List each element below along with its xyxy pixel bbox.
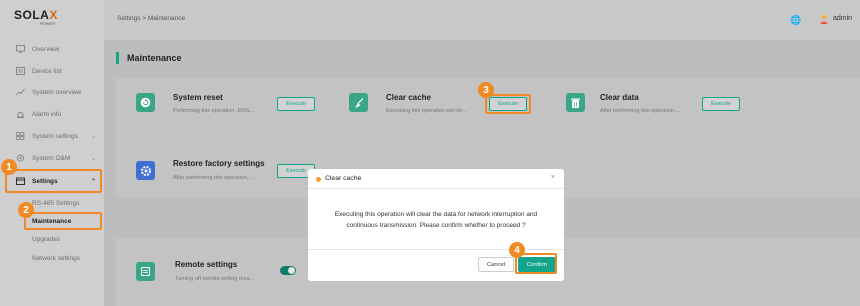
grid-icon xyxy=(16,132,25,140)
chevron-down-icon: ⌄ xyxy=(90,155,96,162)
step-2-badge: 2 xyxy=(18,202,34,218)
chart-icon xyxy=(16,88,25,96)
remote-icon xyxy=(136,262,155,281)
sidebar-item-overview[interactable]: Overview xyxy=(0,41,104,57)
top-bar: Settings > Maintenance 🌐 admin xyxy=(104,0,860,40)
reset-icon xyxy=(136,93,155,112)
title-accent-bar xyxy=(116,52,119,64)
sidebar: SOLAX POWER Overview Device list System … xyxy=(0,0,104,306)
remote-settings-toggle[interactable] xyxy=(280,266,296,275)
card-title-clear-cache: Clear cache xyxy=(386,93,431,102)
globe-icon[interactable]: 🌐 xyxy=(790,15,801,26)
step-3-badge: 3 xyxy=(478,82,494,98)
dialog-title: Clear cache xyxy=(325,175,362,182)
highlight-settings xyxy=(5,169,102,193)
card-desc-clear-data: After performing this operation,... xyxy=(600,108,681,114)
sidebar-item-system-settings[interactable]: System settings ⌄ xyxy=(0,128,104,144)
step-4-badge: 4 xyxy=(509,242,525,258)
sidebar-subitem-rs485[interactable]: RS-485 Settings xyxy=(0,196,104,210)
sidebar-item-alarm-info[interactable]: Alarm info xyxy=(0,106,104,122)
step-1-badge: 1 xyxy=(1,159,17,175)
highlight-maintenance xyxy=(24,212,102,230)
alarm-icon xyxy=(16,110,25,118)
sidebar-item-device-list[interactable]: Device list xyxy=(0,63,104,79)
gear-icon xyxy=(136,161,155,180)
card-title-remote-settings: Remote settings xyxy=(175,260,238,269)
card-desc-restore-factory: After performing this operation,... xyxy=(173,175,254,181)
list-icon xyxy=(16,67,25,75)
card-desc-remote-settings: Turning off remote setting mea... xyxy=(175,276,255,282)
maintenance-icon xyxy=(16,154,25,162)
card-title-system-reset: System reset xyxy=(173,93,223,102)
breadcrumb: Settings > Maintenance xyxy=(117,15,186,22)
sidebar-item-system-overview[interactable]: System overview xyxy=(0,84,104,100)
sidebar-subitem-upgrades[interactable]: Upgrades xyxy=(0,232,104,246)
chevron-down-icon: ⌄ xyxy=(90,133,96,140)
card-desc-system-reset: Performing this operation, EMS... xyxy=(173,108,255,114)
page-title: Maintenance xyxy=(127,53,182,63)
highlight-clear-cache-execute xyxy=(485,94,531,114)
broom-icon xyxy=(349,93,368,112)
monitor-icon xyxy=(16,45,25,53)
close-icon[interactable]: × xyxy=(551,174,555,181)
user-menu[interactable]: admin xyxy=(833,15,852,22)
card-title-restore-factory: Restore factory settings xyxy=(173,159,265,168)
cancel-button[interactable]: Cancel xyxy=(478,257,514,272)
card-desc-clear-cache: Executing this operation will cle... xyxy=(386,108,468,114)
dialog-message: Executing this operation will clear the … xyxy=(334,211,538,229)
dialog-header: Clear cache × xyxy=(308,169,564,189)
trash-icon xyxy=(566,93,585,112)
avatar[interactable] xyxy=(819,14,829,24)
card-title-clear-data: Clear data xyxy=(600,93,639,102)
solax-logo: SOLAX POWER xyxy=(14,8,58,26)
sidebar-subitem-network-settings[interactable]: Network settings xyxy=(0,251,104,265)
warning-dot-icon xyxy=(316,177,321,182)
system-reset-execute-button[interactable]: Execute xyxy=(277,97,315,111)
clear-data-execute-button[interactable]: Execute xyxy=(702,97,740,111)
